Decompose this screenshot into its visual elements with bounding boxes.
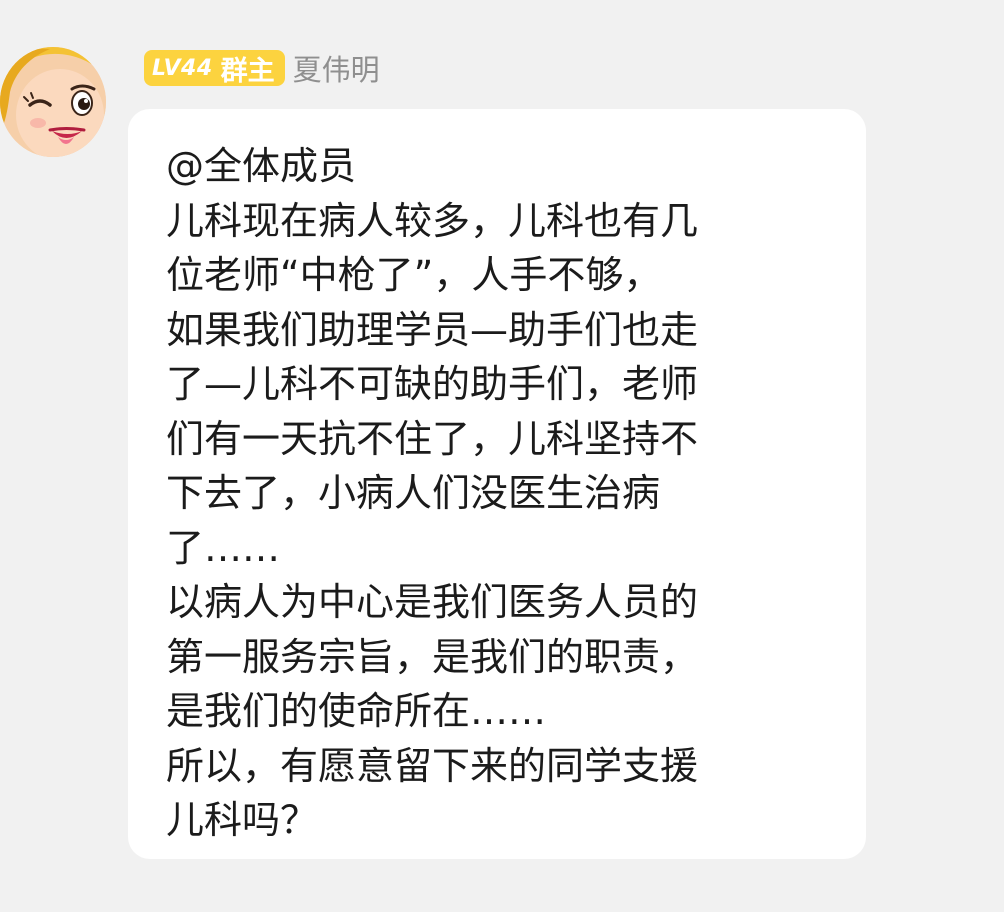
message-text: @全体成员 儿科现在病人较多，儿科也有几 位老师“中枪了”，人手不够， 如果我们…: [166, 139, 816, 848]
message-line: 是我们的使命所在……: [166, 689, 547, 733]
message-line: 们有一天抗不住了，儿科坚持不: [166, 416, 699, 461]
message-line: 了—儿科不可缺的助手们，老师: [166, 362, 699, 406]
message-line: 如果我们助理学员—助手们也走: [166, 307, 699, 352]
level-badge-text: LV44: [152, 55, 213, 81]
message-line: 位老师“中枪了”，人手不够，: [166, 253, 662, 297]
message-line: 所以，有愿意留下来的同学支援: [166, 743, 699, 788]
message-line: 第一服务宗旨，是我们的职责，: [166, 634, 699, 679]
message-line: 儿科现在病人较多，儿科也有几: [166, 198, 699, 243]
message-line: 下去了，小病人们没医生治病: [166, 471, 661, 515]
avatar[interactable]: [0, 47, 106, 157]
sender-name[interactable]: 夏伟明: [293, 47, 380, 89]
chat-message-area: LV44 群主 夏伟明 @全体成员 儿科现在病人较多，儿科也有几 位老师“中枪了…: [0, 0, 1004, 912]
message-line: @全体成员: [166, 144, 357, 188]
message-line: 了……: [166, 525, 281, 570]
message-line: 儿科吗？: [166, 798, 319, 842]
sender-header: LV44 群主 夏伟明: [144, 49, 380, 87]
cartoon-avatar-icon: [0, 47, 106, 157]
message-line: 以病人为中心是我们医务人员的: [166, 580, 699, 624]
role-badge-text: 群主: [220, 55, 275, 87]
group-owner-badge: LV44 群主: [144, 50, 285, 87]
